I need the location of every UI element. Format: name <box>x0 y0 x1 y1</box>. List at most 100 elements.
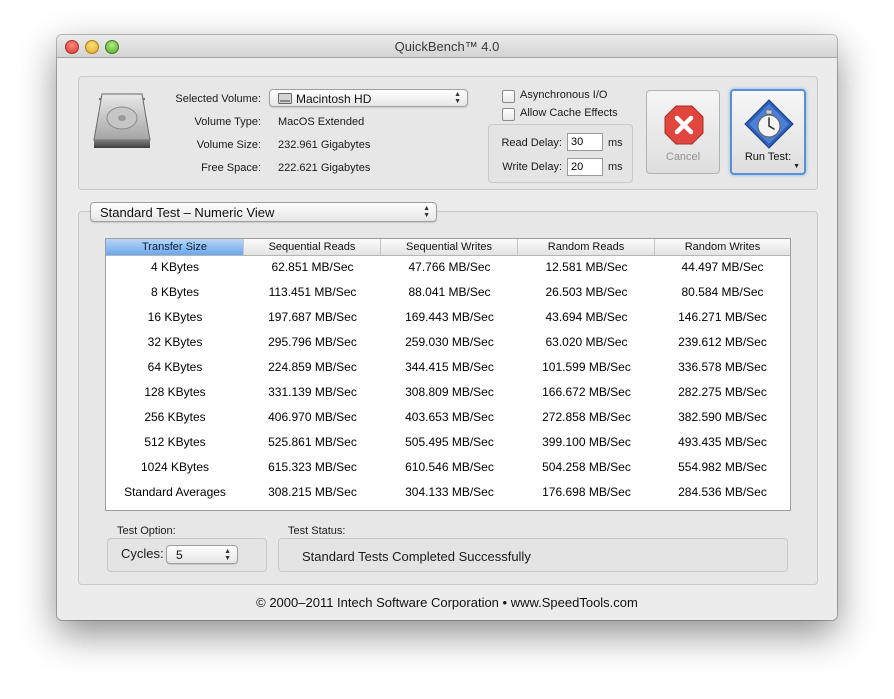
throughput-cell: 554.982 MB/Sec <box>678 460 767 474</box>
free-space-label: Free Space: <box>201 162 261 174</box>
cache-effects-checkbox[interactable] <box>502 108 515 121</box>
read-delay-unit: ms <box>608 137 623 149</box>
throughput-cell: 525.861 MB/Sec <box>268 435 357 449</box>
cycles-popup[interactable]: 5 ▲ ▼ <box>166 545 238 564</box>
throughput-cell: 259.030 MB/Sec <box>405 335 494 349</box>
test-status-label: Test Status: <box>288 525 346 537</box>
table-row[interactable]: 128 KBytes 331.139 MB/Sec 308.809 MB/Sec 16… <box>106 380 790 405</box>
column-header-random-writes[interactable]: Random Writes <box>655 239 790 255</box>
throughput-cell: 239.612 MB/Sec <box>678 335 767 349</box>
throughput-cell: 615.323 MB/Sec <box>268 460 357 474</box>
table-header: Transfer Size Sequential Reads Sequentia… <box>106 239 790 256</box>
volume-size-label: Volume Size: <box>196 139 261 151</box>
cancel-label: Cancel <box>665 151 701 163</box>
throughput-cell: 169.443 MB/Sec <box>405 310 494 324</box>
throughput-cell: 493.435 MB/Sec <box>678 435 767 449</box>
selected-volume-label: Selected Volume: <box>175 93 261 105</box>
write-delay-field[interactable]: 20 <box>567 158 603 176</box>
throughput-cell: 284.536 MB/Sec <box>678 485 767 499</box>
write-delay-label: Write Delay: <box>502 161 562 173</box>
throughput-cell: 166.672 MB/Sec <box>542 385 631 399</box>
column-header-sequential-reads[interactable]: Sequential Reads <box>244 239 381 255</box>
test-option-label: Test Option: <box>117 525 176 537</box>
transfer-size-cell: 512 KBytes <box>144 435 206 449</box>
throughput-cell: 43.694 MB/Sec <box>545 310 628 324</box>
throughput-cell: 176.698 MB/Sec <box>542 485 631 499</box>
transfer-size-cell: 8 KBytes <box>150 285 200 299</box>
transfer-size-cell: 64 KBytes <box>147 360 203 374</box>
footer-text: © 2000–2011 Intech Software Corporation … <box>256 595 638 610</box>
column-header-random-reads[interactable]: Random Reads <box>518 239 655 255</box>
volume-popup-value: Macintosh HD <box>296 92 372 106</box>
throughput-cell: 295.796 MB/Sec <box>268 335 357 349</box>
throughput-cell: 399.100 MB/Sec <box>542 435 631 449</box>
throughput-cell: 406.970 MB/Sec <box>268 410 357 424</box>
hard-drive-icon <box>92 90 152 157</box>
test-view-popup[interactable]: Standard Test – Numeric View ▲ ▼ <box>90 202 437 222</box>
throughput-cell: 88.041 MB/Sec <box>408 285 491 299</box>
free-space-value: 222.621 Gigabytes <box>278 162 371 174</box>
stopwatch-icon <box>744 99 794 154</box>
throughput-cell: 272.858 MB/Sec <box>542 410 631 424</box>
throughput-cell: 308.809 MB/Sec <box>405 385 494 399</box>
column-header-sequential-writes[interactable]: Sequential Writes <box>381 239 518 255</box>
throughput-cell: 197.687 MB/Sec <box>268 310 357 324</box>
transfer-size-cell: 128 KBytes <box>144 385 206 399</box>
throughput-cell: 403.653 MB/Sec <box>405 410 494 424</box>
table-row[interactable]: 32 KBytes 295.796 MB/Sec 259.030 MB/Sec 63.… <box>106 330 790 355</box>
window-title: QuickBench™ 4.0 <box>394 39 500 54</box>
throughput-cell: 26.503 MB/Sec <box>545 285 628 299</box>
table-row[interactable]: 4 KBytes 62.851 MB/Sec 47.766 MB/Sec 12.581… <box>106 255 790 280</box>
read-delay-label: Read Delay: <box>501 137 562 149</box>
results-table[interactable]: Transfer Size Sequential Reads Sequentia… <box>105 238 791 511</box>
throughput-cell: 44.497 MB/Sec <box>681 260 764 274</box>
throughput-cell: 80.584 MB/Sec <box>681 285 764 299</box>
transfer-size-cell: 16 KBytes <box>147 310 203 324</box>
volume-disk-icon <box>278 93 292 107</box>
throughput-cell: 47.766 MB/Sec <box>408 260 491 274</box>
table-row[interactable]: 8 KBytes 113.451 MB/Sec 88.041 MB/Sec 26.50… <box>106 280 790 305</box>
throughput-cell: 224.859 MB/Sec <box>268 360 357 374</box>
cache-effects-label: Allow Cache Effects <box>520 107 618 119</box>
table-row[interactable]: 1024 KBytes 615.323 MB/Sec 610.546 MB/Sec 5… <box>106 455 790 480</box>
run-test-button[interactable]: Run Test: ▼ <box>730 89 806 175</box>
popup-arrows-icon: ▲ ▼ <box>423 205 430 219</box>
throughput-cell: 610.546 MB/Sec <box>405 460 494 474</box>
throughput-cell: 331.139 MB/Sec <box>268 385 357 399</box>
throughput-cell: 382.590 MB/Sec <box>678 410 767 424</box>
table-row[interactable]: 256 KBytes 406.970 MB/Sec 403.653 MB/Sec 27… <box>106 405 790 430</box>
transfer-size-cell: 256 KBytes <box>144 410 206 424</box>
throughput-cell: 282.275 MB/Sec <box>678 385 767 399</box>
table-row[interactable]: Standard Averages 308.215 MB/Sec 304.133 M… <box>106 480 790 505</box>
write-delay-unit: ms <box>608 161 623 173</box>
read-delay-field[interactable]: 30 <box>567 133 603 151</box>
throughput-cell: 113.451 MB/Sec <box>268 285 357 299</box>
stop-icon <box>664 105 704 150</box>
transfer-size-cell: Standard Averages <box>124 485 226 499</box>
column-header-transfer-size[interactable]: Transfer Size <box>106 239 244 255</box>
throughput-cell: 12.581 MB/Sec <box>545 260 628 274</box>
transfer-size-cell: 32 KBytes <box>147 335 203 349</box>
async-io-label: Asynchronous I/O <box>520 89 608 101</box>
throughput-cell: 146.271 MB/Sec <box>678 310 767 324</box>
run-menu-arrow-icon: ▼ <box>793 163 800 170</box>
volume-popup[interactable]: Macintosh HD ▲ ▼ <box>269 89 468 107</box>
throughput-cell: 344.415 MB/Sec <box>405 360 494 374</box>
run-test-label: Run Test: <box>744 151 792 163</box>
throughput-cell: 62.851 MB/Sec <box>271 260 354 274</box>
throughput-cell: 304.133 MB/Sec <box>405 485 494 499</box>
cancel-button[interactable]: Cancel <box>646 90 720 174</box>
throughput-cell: 336.578 MB/Sec <box>678 360 767 374</box>
transfer-size-cell: 4 KBytes <box>150 260 200 274</box>
table-row[interactable]: 512 KBytes 525.861 MB/Sec 505.495 MB/Sec 39… <box>106 430 790 455</box>
table-row[interactable]: 64 KBytes 224.859 MB/Sec 344.415 MB/Sec 101… <box>106 355 790 380</box>
popup-arrows-icon: ▲ ▼ <box>224 548 231 562</box>
cycles-label: Cycles: <box>121 546 164 561</box>
throughput-cell: 505.495 MB/Sec <box>405 435 494 449</box>
volume-size-value: 232.961 Gigabytes <box>278 139 371 151</box>
test-status-value: Standard Tests Completed Successfully <box>302 549 531 564</box>
table-row[interactable]: 16 KBytes 197.687 MB/Sec 169.443 MB/Sec 43.… <box>106 305 790 330</box>
delay-group <box>488 124 633 183</box>
async-io-checkbox[interactable] <box>502 90 515 103</box>
throughput-cell: 101.599 MB/Sec <box>542 360 631 374</box>
